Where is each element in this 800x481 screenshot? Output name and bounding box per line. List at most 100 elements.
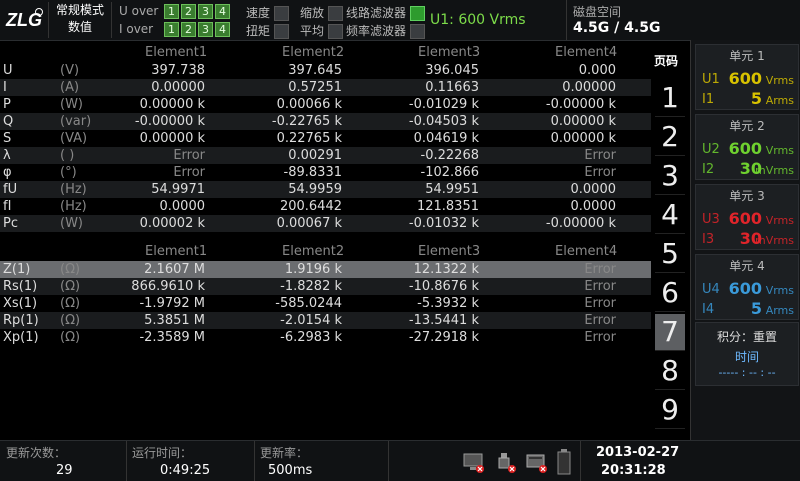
usb-icon: [498, 453, 516, 473]
line-filter-label: 线路滤波器: [346, 6, 407, 20]
table-row[interactable]: S (VA) 0.00000 k 0.22765 k 0.04619 k 0.00000 …: [0, 130, 651, 147]
page-button-9[interactable]: 9: [655, 392, 685, 429]
u-over-label: U over: [119, 4, 159, 18]
table-row[interactable]: fI (Hz) 0.0000 200.6442 121.8351 0.0000: [0, 198, 651, 215]
unit-card[interactable]: 单元 3 U3 600 Vrms I3 30 mVrms: [695, 184, 799, 250]
table-row[interactable]: P (W) 0.00000 k 0.00066 k -0.01029 k -0.00000…: [0, 96, 651, 113]
table-row[interactable]: U (V) 397.738 397.645 396.045 0.000: [0, 62, 651, 79]
row-unit: (VA): [60, 131, 88, 146]
unit-voltage-label: U2: [702, 142, 720, 157]
unit-current-label: I3: [702, 232, 715, 247]
table-row[interactable]: Rs(1) (Ω) 866.9610 k -1.8282 k -10.8676 k Err…: [0, 278, 651, 295]
freq-filter-indicator: 频率滤波器: [346, 22, 425, 39]
average-indicator: 平均: [300, 22, 343, 39]
torque-indicator: 扭矩: [246, 22, 289, 39]
u-over-2: 2: [181, 4, 196, 19]
cell-value: -0.00000 k: [134, 114, 205, 129]
table-row[interactable]: Xp(1) (Ω) -2.3589 M -6.2983 k -27.2918 k Erro…: [0, 329, 651, 346]
cell-value: -585.0244: [275, 296, 342, 311]
cell-value: 2.1607 M: [144, 262, 205, 277]
unit-current-label: I1: [702, 92, 715, 107]
page-button-2[interactable]: 2: [655, 119, 685, 156]
row-name: Z(1): [3, 262, 31, 277]
disk-space: 磁盘空间 4.5G / 4.5G: [566, 0, 689, 40]
table-row[interactable]: Pc (W) 0.00002 k 0.00067 k -0.01032 k -0.0000…: [0, 215, 651, 232]
divider: [126, 441, 127, 481]
cell-value: -0.01029 k: [408, 97, 479, 112]
table-row[interactable]: I (A) 0.00000 0.57251 0.11663 0.00000: [0, 79, 651, 96]
row-name: fU: [3, 182, 18, 197]
row-name: λ: [3, 148, 11, 163]
unit-voltage-label: U1: [702, 72, 720, 87]
page-button-1[interactable]: 1: [655, 80, 685, 117]
i-over-label: I over: [119, 22, 154, 36]
unit-panel: 单元 1 U1 600 Vrms I1 5 Arms 单元 2 U2 600 Vrms I2 30 mVr…: [690, 40, 800, 440]
cell-value: -6.2983 k: [280, 330, 342, 345]
page-button-5[interactable]: 5: [655, 236, 685, 273]
network-icon: [463, 453, 484, 473]
row-unit: (Ω): [60, 262, 81, 277]
top-status-bar: ZLG 常规模式 数值 U over 1 2 3 4 I over 1 2 3 4 速度 扭矩 …: [0, 0, 800, 41]
column-header: Element2: [282, 244, 345, 259]
page-button-3[interactable]: 3: [655, 158, 685, 195]
unit-card[interactable]: 单元 4 U4 600 Vrms I4 5 Arms: [695, 254, 799, 320]
cell-value: -10.8676 k: [408, 279, 479, 294]
cell-value: -0.22765 k: [271, 114, 342, 129]
cell-value: 54.9951: [425, 182, 479, 197]
row-name: Q: [3, 114, 14, 129]
cell-value: Error: [584, 165, 616, 180]
cell-value: -13.5441 k: [408, 313, 479, 328]
update-count-label: 更新次数：: [6, 446, 67, 460]
row-unit: (Hz): [60, 199, 87, 214]
row-name: φ: [3, 165, 12, 180]
page-button-8[interactable]: 8: [655, 353, 685, 390]
cell-value: Error: [584, 313, 616, 328]
cell-value: -102.866: [420, 165, 479, 180]
table-row[interactable]: Rp(1) (Ω) 5.3851 M -2.0154 k -13.5441 k Error: [0, 312, 651, 329]
cell-value: 0.11663: [425, 80, 479, 95]
row-unit: (Hz): [60, 182, 87, 197]
row-name: Xp(1): [3, 330, 39, 345]
table-row[interactable]: Z(1) (Ω) 2.1607 M 1.9196 k 12.1322 k Error: [0, 261, 651, 278]
page-button-6[interactable]: 6: [655, 275, 685, 312]
column-header: Element3: [418, 45, 481, 60]
range-display: U1: 600 Vrms: [430, 12, 526, 28]
unit-voltage-label: U4: [702, 282, 720, 297]
i-over-2: 2: [181, 22, 196, 37]
table-row[interactable]: φ (°) Error -89.8331 -102.866 Error: [0, 164, 651, 181]
row-name: Rs(1): [3, 279, 38, 294]
cell-value: 0.00002 k: [139, 216, 205, 231]
cell-value: 54.9959: [288, 182, 342, 197]
table-row[interactable]: Xs(1) (Ω) -1.9792 M -585.0244 -5.3932 k Error: [0, 295, 651, 312]
cell-value: 0.000: [578, 63, 616, 78]
divider: [254, 441, 255, 481]
unit-card[interactable]: 单元 2 U2 600 Vrms I2 30 mVrms: [695, 114, 799, 180]
zoom-status-box: [327, 6, 343, 21]
mode-view: 数值: [67, 20, 92, 34]
zoom-label: 缩放: [300, 6, 325, 20]
cell-value: 0.0000: [570, 199, 617, 214]
cell-value: -5.3932 k: [417, 296, 479, 311]
page-button-7[interactable]: 7: [655, 314, 685, 351]
cell-value: -89.8331: [283, 165, 342, 180]
cell-value: Error: [584, 279, 616, 294]
cell-value: 0.0000: [570, 182, 617, 197]
row-unit: (var): [60, 114, 92, 129]
mode-indicator[interactable]: 常规模式 数值: [48, 2, 112, 38]
cell-value: -0.00000 k: [545, 97, 616, 112]
page-button-4[interactable]: 4: [655, 197, 685, 234]
column-header: Element1: [145, 244, 208, 259]
row-name: Pc: [3, 216, 18, 231]
table-row[interactable]: Q (var) -0.00000 k -0.22765 k -0.04503 k 0.00…: [0, 113, 651, 130]
table-row[interactable]: λ ( ) Error 0.00291 -0.22268 Error: [0, 147, 651, 164]
integration-box: 积分：重置 时间 ----- : -- : --: [695, 322, 799, 386]
cell-value: 0.57251: [288, 80, 342, 95]
row-unit: (W): [60, 216, 83, 231]
unit-card[interactable]: 单元 1 U1 600 Vrms I1 5 Arms: [695, 44, 799, 110]
cell-value: 0.00000: [562, 80, 616, 95]
unit-current-unit: Arms: [765, 304, 794, 317]
cell-value: 1.9196 k: [284, 262, 342, 277]
row-unit: (Ω): [60, 296, 81, 311]
cell-value: -2.3589 M: [139, 330, 205, 345]
table-row[interactable]: fU (Hz) 54.9971 54.9959 54.9951 0.0000: [0, 181, 651, 198]
